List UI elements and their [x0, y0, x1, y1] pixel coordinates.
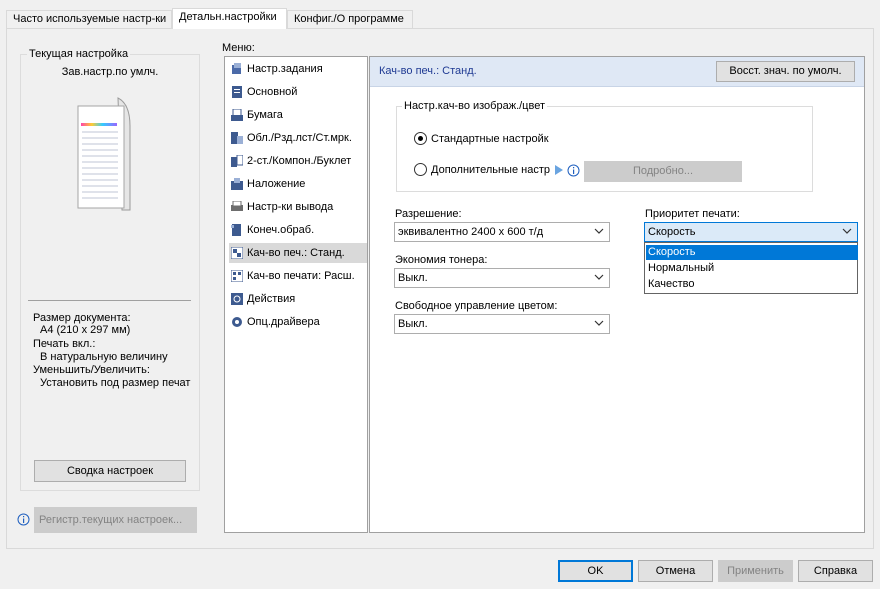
divider — [28, 300, 191, 301]
resolution-label: Разрешение: — [395, 208, 462, 220]
page-preview-icon — [77, 97, 131, 211]
register-settings-button[interactable]: Регистр.текущих настроек... — [34, 507, 197, 533]
standard-settings-label[interactable]: Стандартные настройк — [431, 133, 549, 145]
menu-item-job-settings[interactable]: Настр.задания — [229, 59, 367, 79]
doc-size-value: A4 (210 x 297 мм) — [40, 324, 131, 336]
menu-item-quality-standard[interactable]: Кач-во печ.: Станд. — [229, 243, 367, 263]
menu-item-output[interactable]: Настр-ки вывода — [229, 197, 367, 217]
menu-item-driver-options[interactable]: Опц.драйвера — [229, 312, 367, 332]
menu-item-label: Кач-во печати: Расш. — [247, 270, 355, 282]
priority-option-speed[interactable]: Скорость — [646, 245, 858, 260]
current-setting-title: Текущая настройка — [27, 48, 131, 60]
summary-button[interactable]: Сводка настроек — [34, 460, 186, 482]
menu-item-label: Наложение — [247, 178, 306, 190]
overlay-icon — [231, 178, 243, 190]
menu-item-paper[interactable]: Бумага — [229, 105, 367, 125]
print-priority-dropdown: Скорость Нормальный Качество — [644, 242, 858, 294]
tab-frequent-settings[interactable]: Часто используемые настр-ки — [6, 10, 172, 28]
tab-detailed-settings[interactable]: Детальн.настройки — [172, 8, 287, 29]
standard-settings-radio[interactable] — [414, 132, 427, 145]
job-settings-icon — [232, 63, 241, 74]
priority-option-normal[interactable]: Нормальный — [646, 261, 858, 276]
cover-icon — [231, 132, 243, 144]
quality-adv-icon — [231, 270, 243, 282]
print-value: В натуральную величину — [40, 351, 168, 363]
driver-options-icon — [232, 317, 242, 327]
duplex-icon — [231, 155, 243, 167]
toner-label: Экономия тонера: — [395, 254, 488, 266]
menu-item-quality-advanced[interactable]: Кач-во печати: Расш. — [229, 266, 367, 286]
help-button[interactable]: Справка — [798, 560, 873, 582]
menu-item-finishing[interactable]: Конеч.обраб. — [229, 220, 367, 240]
paper-icon — [231, 109, 243, 121]
actions-icon — [231, 293, 243, 305]
menu-title: Меню: — [222, 42, 255, 54]
chevron-down-icon — [594, 320, 604, 326]
advanced-settings-radio[interactable] — [414, 163, 427, 176]
print-priority-value: Скорость — [648, 226, 696, 238]
menu-item-actions[interactable]: Действия — [229, 289, 367, 309]
menu-item-label: Действия — [247, 293, 296, 305]
toner-value: Выкл. — [398, 272, 428, 284]
color-management-value: Выкл. — [398, 318, 428, 330]
chevron-down-icon — [594, 274, 604, 280]
current-setting-value: Зав.настр.по умлч. — [61, 66, 159, 78]
doc-size-label: Размер документа: — [33, 312, 131, 324]
image-quality-group-title: Настр.кач-во изображ./цвет — [402, 100, 547, 112]
resolution-select[interactable]: эквивалентно 2400 x 600 т/д — [394, 222, 610, 242]
menu-item-label: Основной — [247, 86, 298, 98]
info-icon — [567, 164, 580, 177]
print-label: Печать вкл.: — [33, 338, 96, 350]
cancel-button[interactable]: Отмена — [638, 560, 713, 582]
menu-item-cover[interactable]: Обл./Рзд.лст/Ст.мрк. — [229, 128, 367, 148]
priority-option-quality[interactable]: Качество — [646, 277, 858, 292]
zoom-label: Уменьшить/Увеличить: — [33, 364, 150, 376]
details-button[interactable]: Подробно... — [584, 161, 742, 182]
apply-button[interactable]: Применить — [718, 560, 793, 582]
content-panel: Кач-во печ.: Станд. Восст. знач. по умол… — [369, 56, 865, 533]
content-header-title: Кач-во печ.: Станд. — [379, 65, 477, 77]
advanced-settings-label[interactable]: Дополнительные настр — [431, 164, 550, 176]
menu-item-overlay[interactable]: Наложение — [229, 174, 367, 194]
menu-item-label: Бумага — [247, 109, 283, 121]
play-arrow-icon — [555, 165, 563, 175]
zoom-value: Установить под размер печат — [40, 377, 191, 389]
tab-config-about[interactable]: Конфиг./О программе — [287, 10, 413, 28]
menu-item-label: Настр-ки вывода — [247, 201, 334, 213]
menu-item-label: Кач-во печ.: Станд. — [247, 247, 345, 259]
info-icon — [17, 513, 30, 526]
menu-item-label: Обл./Рзд.лст/Ст.мрк. — [247, 132, 352, 144]
menu-item-duplex[interactable]: 2-ст./Компон./Буклет — [229, 151, 367, 171]
resolution-value: эквивалентно 2400 x 600 т/д — [398, 226, 544, 238]
menu-item-label: Настр.задания — [247, 63, 323, 75]
menu-list: Настр.задания Основной Бумага Обл./Рзд.л… — [224, 56, 368, 533]
menu-item-label: 2-ст./Компон./Буклет — [247, 155, 352, 167]
toner-select[interactable]: Выкл. — [394, 268, 610, 288]
print-priority-label: Приоритет печати: — [645, 208, 740, 220]
ok-button[interactable]: OK — [558, 560, 633, 582]
menu-item-label: Опц.драйвера — [247, 316, 320, 328]
finishing-icon — [231, 224, 241, 236]
color-management-select[interactable]: Выкл. — [394, 314, 610, 334]
quality-icon — [231, 247, 243, 259]
chevron-down-icon — [594, 228, 604, 234]
menu-item-label: Конеч.обраб. — [247, 224, 315, 236]
print-priority-select[interactable]: Скорость — [644, 222, 858, 242]
basic-icon — [232, 86, 242, 98]
restore-defaults-button[interactable]: Восст. знач. по умолч. — [716, 61, 855, 82]
color-management-label: Свободное управление цветом: — [395, 300, 558, 312]
menu-item-basic[interactable]: Основной — [229, 82, 367, 102]
output-icon — [231, 201, 243, 211]
chevron-down-icon — [842, 228, 852, 234]
